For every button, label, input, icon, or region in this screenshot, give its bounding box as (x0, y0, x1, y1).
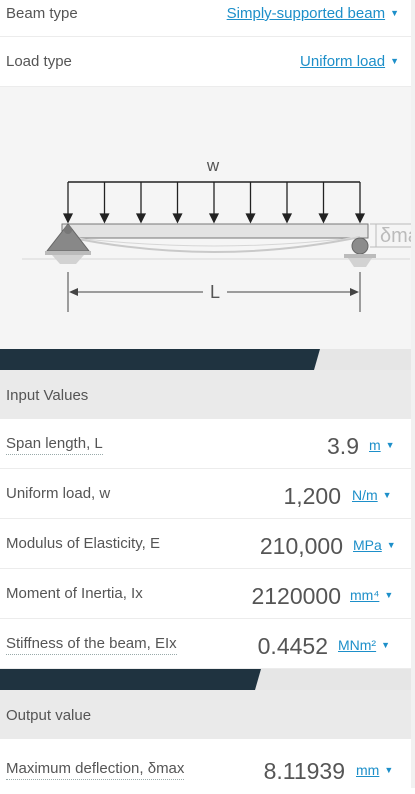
output-value-header: Output value (0, 690, 415, 739)
input-value[interactable]: 0.4452 (258, 633, 328, 660)
divider-shape (0, 349, 320, 370)
output-row-deflection: Maximum deflection, δmax 8.11939 mm ▼ (0, 744, 415, 794)
input-row-load: Uniform load, w 1,200 N/m ▼ (0, 469, 415, 519)
scrollbar[interactable] (411, 0, 415, 788)
unit-select[interactable]: mm⁴ ▼ (350, 587, 393, 603)
chevron-down-icon: ▼ (381, 640, 391, 650)
beam-diagram: w δm L (0, 87, 415, 349)
input-label: Span length, L (6, 435, 103, 455)
unit-label: N/m (352, 487, 378, 503)
input-value[interactable]: 1,200 (283, 483, 341, 510)
input-label: Modulus of Elasticity, E (6, 535, 160, 552)
load-type-select[interactable]: Uniform load ▼ (300, 53, 399, 70)
section-divider (0, 349, 415, 370)
input-value[interactable]: 3.9 (327, 433, 359, 460)
beam-type-value: Simply-supported beam (226, 5, 386, 22)
chevron-down-icon: ▼ (390, 56, 399, 66)
divider-shape (0, 669, 261, 690)
beam (61, 223, 369, 239)
unit-label: MNm² (338, 637, 377, 653)
output-label: Maximum deflection, δmax (6, 760, 185, 780)
input-values-header: Input Values (0, 370, 415, 419)
beam-diagram-svg: w δm L (22, 156, 415, 312)
unit-select[interactable]: mm ▼ (356, 762, 393, 778)
load-label: w (206, 156, 220, 175)
load-type-value: Uniform load (300, 53, 386, 70)
input-row-stiffness: Stiffness of the beam, EIx 0.4452 MNm² ▼ (0, 619, 415, 669)
input-label: Moment of Inertia, Ix (6, 585, 143, 602)
section-title: Input Values (6, 387, 89, 404)
deflected-shape (67, 236, 361, 253)
arrow-left-icon (69, 288, 78, 296)
section-title: Output value (6, 707, 92, 724)
input-row-inertia: Moment of Inertia, Ix 2120000 mm⁴ ▼ (0, 569, 415, 619)
chevron-down-icon: ▼ (384, 765, 394, 775)
roller-support-icon (344, 237, 376, 267)
deflection-label: δma (380, 225, 415, 247)
unit-label: m (369, 437, 381, 453)
unit-label: MPa (353, 537, 382, 553)
section-divider (0, 669, 415, 690)
unit-select[interactable]: N/m ▼ (352, 487, 392, 503)
input-value[interactable]: 210,000 (260, 533, 343, 560)
unit-label: mm⁴ (350, 587, 380, 603)
chevron-down-icon: ▼ (384, 590, 394, 600)
load-type-label: Load type (6, 53, 72, 70)
input-label: Stiffness of the beam, EIx (6, 635, 177, 655)
load-arrows (62, 182, 366, 224)
unit-select[interactable]: MPa ▼ (353, 537, 396, 553)
unit-select[interactable]: MNm² ▼ (338, 637, 390, 653)
beam-type-label: Beam type (6, 5, 78, 22)
unit-select[interactable]: m ▼ (369, 437, 395, 453)
input-value[interactable]: 2120000 (251, 583, 341, 610)
input-row-span: Span length, L 3.9 m ▼ (0, 419, 415, 469)
span-label: L (210, 282, 220, 302)
beam-type-select[interactable]: Simply-supported beam ▼ (227, 5, 399, 22)
beam-type-row: Beam type Simply-supported beam ▼ (0, 0, 415, 37)
chevron-down-icon: ▼ (386, 540, 396, 550)
input-label: Uniform load, w (6, 485, 111, 502)
arrow-right-icon (350, 288, 359, 296)
chevron-down-icon: ▼ (382, 490, 392, 500)
chevron-down-icon: ▼ (385, 440, 395, 450)
load-type-row: Load type Uniform load ▼ (0, 37, 415, 87)
unit-label: mm (356, 762, 380, 778)
chevron-down-icon: ▼ (390, 8, 399, 18)
input-row-modulus: Modulus of Elasticity, E 210,000 MPa ▼ (0, 519, 415, 569)
output-value: 8.11939 (263, 758, 345, 784)
